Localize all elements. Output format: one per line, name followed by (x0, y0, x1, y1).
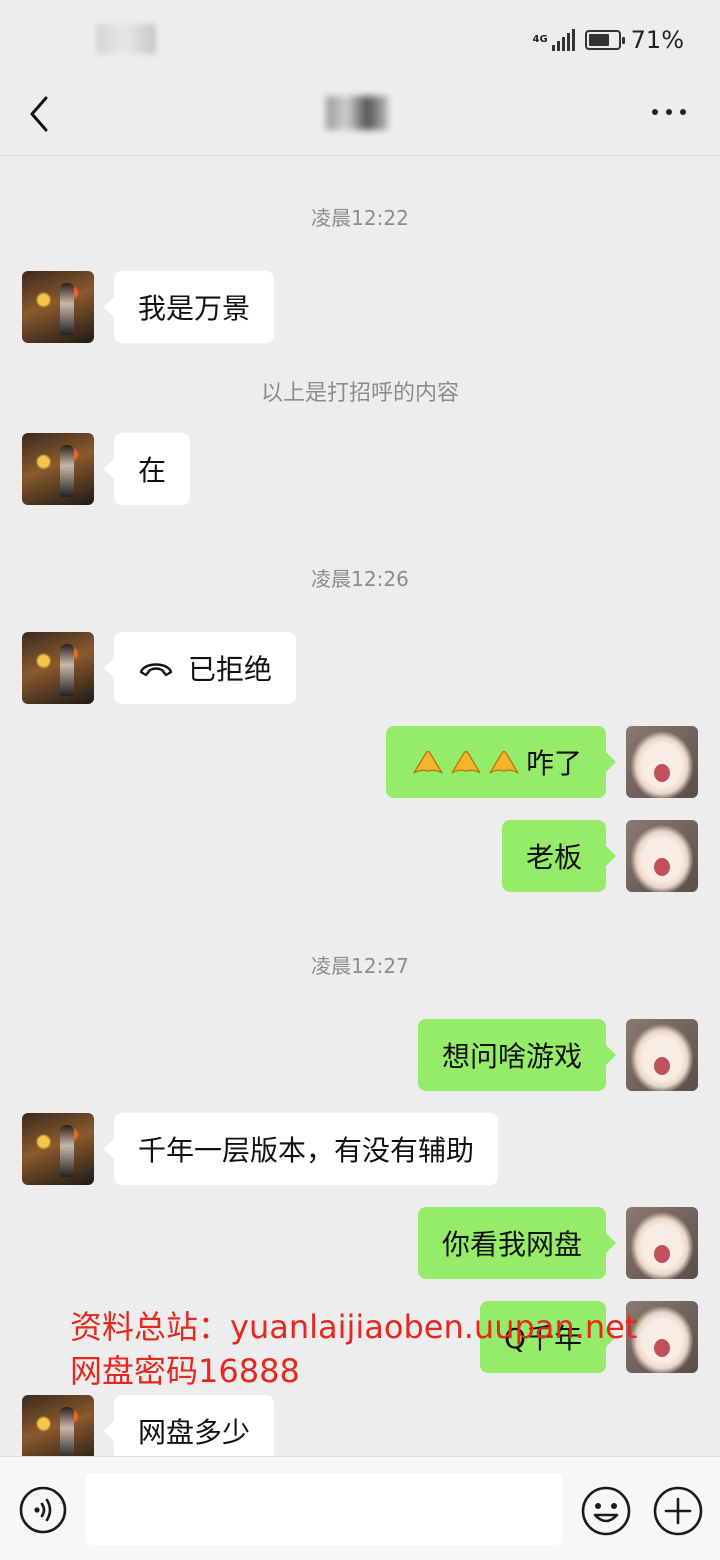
message-bubble-left[interactable]: 在 (103, 433, 191, 505)
message-text: 我是万景 (138, 292, 251, 325)
battery-fill (588, 34, 609, 46)
emoji-icon[interactable] (580, 1485, 632, 1537)
message-text: 在 (138, 454, 167, 487)
message-text: 千年一层版本，有没有辅助 (138, 1134, 475, 1167)
message-bubble-right[interactable]: 想问啥游戏 (417, 1019, 617, 1091)
call-declined-bubble[interactable]: 已拒绝 (103, 632, 297, 704)
message-text: 咋了 (525, 747, 582, 780)
contact-avatar[interactable] (22, 1113, 94, 1185)
declined-call-icon (139, 663, 173, 677)
clapping-hands-icon (451, 750, 481, 774)
message-text: 想问啥游戏 (441, 1040, 582, 1073)
message-bubble-right[interactable]: 咋了 (385, 726, 617, 798)
my-avatar[interactable] (626, 820, 698, 892)
battery-percent: 71% (630, 26, 684, 54)
message-input[interactable] (86, 1473, 562, 1545)
status-bar: 4G 71% (0, 0, 720, 80)
message-bubble-left[interactable]: 我是万景 (103, 271, 275, 343)
voice-icon[interactable] (18, 1485, 68, 1535)
back-arrow-icon[interactable] (24, 94, 64, 134)
message-text: 你看我网盘 (441, 1228, 582, 1261)
clapping-hands-icon (489, 750, 519, 774)
message-bubble-right[interactable]: 你看我网盘 (417, 1207, 617, 1279)
plus-icon[interactable] (652, 1485, 704, 1537)
timestamp: 凌晨12:22 (311, 206, 409, 230)
my-avatar[interactable] (626, 1019, 698, 1091)
timestamp: 凌晨12:26 (311, 567, 409, 591)
network-label: 4G (532, 34, 548, 45)
my-avatar[interactable] (626, 726, 698, 798)
message-bubble-right[interactable]: 老板 (501, 820, 617, 892)
message-bubble-left[interactable]: 网盘多少 (103, 1395, 275, 1456)
message-text: 网盘多少 (138, 1416, 251, 1449)
message-text: 老板 (525, 841, 582, 874)
my-avatar[interactable] (626, 1207, 698, 1279)
nav-bar (0, 80, 720, 156)
battery-icon (584, 30, 625, 50)
blurred-time (96, 24, 156, 54)
chat-area[interactable]: 凌晨12:22 我是万景 以上是打招呼的内容 在 凌晨12:26 已拒绝 咋了 … (0, 156, 720, 1456)
input-bar (0, 1456, 720, 1560)
system-notice: 以上是打招呼的内容 (260, 381, 459, 406)
contact-avatar[interactable] (22, 271, 94, 343)
watermark-line-1: 资料总站：yuanlaijiaoben.uupan.net (70, 1308, 638, 1346)
emoji-group (410, 747, 522, 777)
message-bubble-left[interactable]: 千年一层版本，有没有辅助 (103, 1113, 499, 1185)
contact-avatar[interactable] (22, 1395, 94, 1456)
watermark-line-2: 网盘密码16888 (70, 1352, 300, 1390)
status-indicators: 4G 71% (532, 26, 684, 54)
blurred-contact-name (326, 96, 388, 130)
contact-avatar[interactable] (22, 632, 94, 704)
clapping-hands-icon (413, 750, 443, 774)
signal-icon (551, 29, 575, 51)
contact-avatar[interactable] (22, 433, 94, 505)
message-text: 已拒绝 (188, 653, 273, 686)
more-icon[interactable] (652, 106, 686, 118)
timestamp: 凌晨12:27 (311, 954, 409, 978)
